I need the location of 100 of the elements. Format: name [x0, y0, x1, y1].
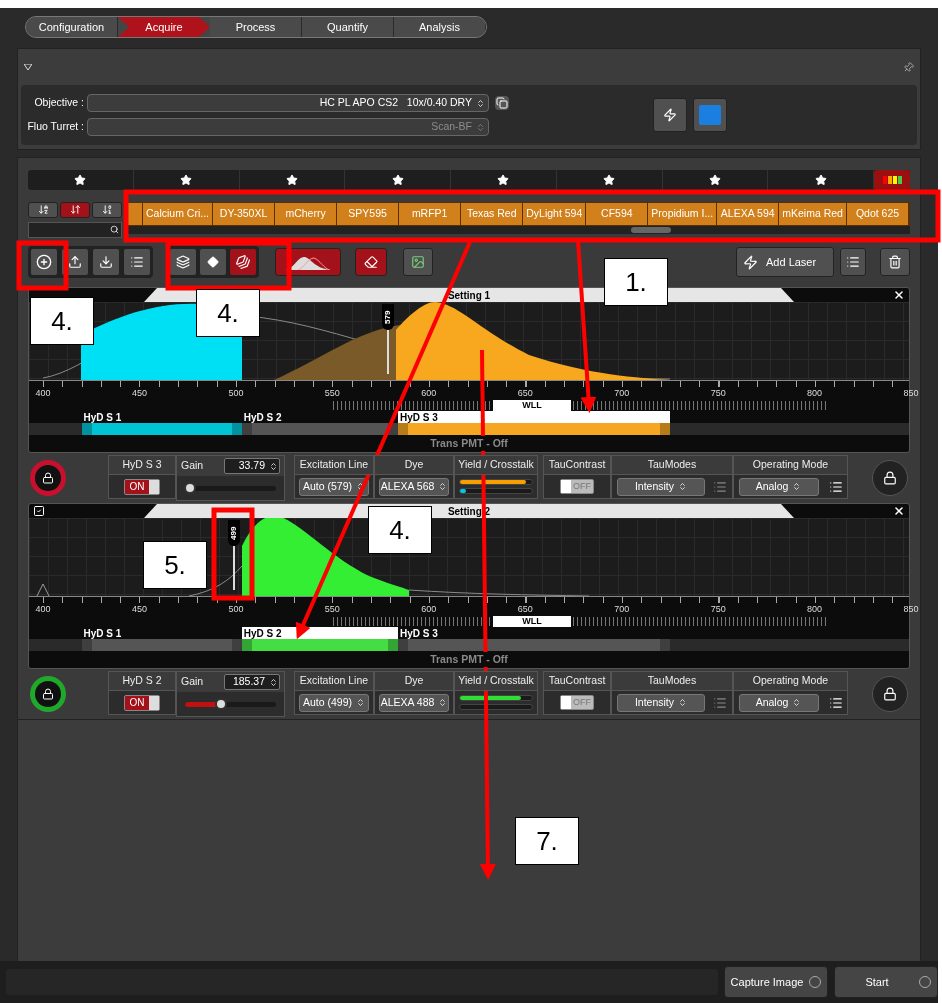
- list-button[interactable]: [123, 248, 151, 277]
- on-toggle[interactable]: ON: [124, 478, 160, 495]
- acquire-button[interactable]: Start: [834, 966, 938, 998]
- favorite-star-icon[interactable]: [603, 173, 616, 186]
- highlight-frame: [16, 240, 69, 291]
- detector-label[interactable]: HyD S 2: [241, 411, 284, 423]
- workflow-step[interactable]: Analysis: [394, 17, 486, 37]
- list-button[interactable]: [840, 248, 866, 277]
- layers-button[interactable]: [169, 248, 197, 277]
- favorite-star-icon[interactable]: [814, 173, 827, 186]
- favorite-star-icon[interactable]: [285, 173, 298, 186]
- checkbox-icon[interactable]: [33, 505, 45, 517]
- tau-mode-select[interactable]: Intensity: [617, 693, 705, 712]
- level-indicator-icon: [874, 170, 910, 190]
- sort-number-button[interactable]: [92, 201, 122, 218]
- workflow-step[interactable]: Configuration: [26, 17, 118, 37]
- axis-tick-label: 550: [323, 387, 341, 400]
- callout-label: 7.: [515, 817, 579, 865]
- spinner-icon: [476, 122, 485, 132]
- trans-pmt-status: Trans PMT - Off: [428, 435, 510, 452]
- column-header: TauModes: [611, 455, 733, 475]
- gain-field[interactable]: 33.79: [224, 458, 280, 474]
- operating-mode-select[interactable]: Analog: [738, 693, 819, 712]
- acquire-button[interactable]: Capture Image: [724, 966, 828, 998]
- gain-field[interactable]: 185.37: [224, 674, 280, 690]
- sort-icon: [69, 204, 81, 216]
- axis-tick-label: 500: [227, 387, 245, 400]
- axis-tick-label: 750: [709, 387, 727, 400]
- list-icon[interactable]: [828, 479, 843, 494]
- workflow-step[interactable]: Acquire: [118, 17, 210, 37]
- axis-tick-label: 500: [227, 603, 245, 616]
- sort-alpha-button[interactable]: [28, 201, 58, 218]
- stage-button[interactable]: [653, 98, 687, 132]
- column-header: Dye: [374, 455, 454, 475]
- unlock-button[interactable]: [872, 676, 908, 712]
- field-label: Objective :: [33, 95, 85, 111]
- axis-tick-label: 700: [613, 603, 631, 616]
- eraser-icon: [364, 255, 378, 270]
- light-path-button[interactable]: [693, 98, 727, 132]
- collapse-icon[interactable]: [24, 64, 32, 70]
- operating-mode-select[interactable]: Analog: [738, 477, 819, 496]
- workflow-step[interactable]: Quantify: [302, 17, 394, 37]
- lock-button[interactable]: [30, 676, 66, 712]
- detector-label[interactable]: HyD S 1: [81, 627, 124, 639]
- hardware-select[interactable]: HC PL APO CS2 10x/0.40 DRY: [87, 94, 489, 112]
- on-toggle[interactable]: ON: [124, 694, 160, 711]
- dye-select[interactable]: ALEXA 488: [379, 693, 449, 712]
- favorite-star-icon[interactable]: [497, 173, 510, 186]
- list-icon[interactable]: [828, 695, 843, 710]
- download-icon: [99, 255, 113, 270]
- axis-tick-label: 850: [902, 387, 920, 400]
- column-header: TauContrast: [543, 671, 611, 691]
- excitation-select[interactable]: Auto (579): [299, 477, 369, 496]
- unlock-button[interactable]: [872, 460, 908, 496]
- download-button[interactable]: [92, 248, 120, 277]
- dye-select[interactable]: ALEXA 568: [379, 477, 449, 496]
- panel-icon: [699, 105, 721, 125]
- close-icon[interactable]: [893, 505, 905, 517]
- delete-button[interactable]: [880, 248, 910, 277]
- image-icon: [411, 255, 425, 270]
- axis-tick-label: 650: [516, 387, 534, 400]
- gain-label: Gain: [181, 458, 204, 474]
- single-layer-button[interactable]: [199, 248, 227, 277]
- spectrum-view-button[interactable]: [275, 248, 341, 277]
- workflow-step[interactable]: Process: [210, 17, 302, 37]
- detector-label[interactable]: HyD S 3: [397, 411, 670, 423]
- callout-label: 4.: [368, 506, 432, 554]
- favorite-star-icon[interactable]: [180, 173, 193, 186]
- favorite-star-icon[interactable]: [391, 173, 404, 186]
- detector-label[interactable]: HyD S 3: [397, 627, 440, 639]
- column-header: Operating Mode: [733, 671, 848, 691]
- spinner-icon: [269, 677, 278, 687]
- callout-label: 4.: [30, 297, 94, 345]
- lock-button[interactable]: [30, 460, 66, 496]
- favorite-star-icon[interactable]: [708, 173, 721, 186]
- detector-label[interactable]: HyD S 1: [81, 411, 124, 423]
- field-label: Fluo Turret :: [26, 119, 85, 135]
- tau-mode-select[interactable]: Intensity: [617, 477, 705, 496]
- detector-label[interactable]: HyD S 2: [241, 627, 398, 639]
- close-icon[interactable]: [893, 289, 905, 301]
- add-button[interactable]: [30, 248, 58, 277]
- eraser-button[interactable]: [355, 248, 387, 277]
- excitation-select[interactable]: Auto (499): [299, 693, 369, 712]
- dye-search-field[interactable]: [28, 221, 122, 238]
- axis-tick-label: 400: [34, 387, 52, 400]
- copy-icon[interactable]: [495, 96, 509, 110]
- wll-label: WLL: [493, 616, 571, 627]
- sequential-button[interactable]: [229, 248, 257, 277]
- callout-label: 4.: [196, 289, 260, 337]
- add-laser-button[interactable]: Add Laser: [736, 247, 834, 278]
- image-settings-button[interactable]: [403, 248, 433, 277]
- scrollbar[interactable]: [126, 225, 910, 234]
- favorite-star-icon[interactable]: [74, 173, 87, 186]
- column-header: TauContrast: [543, 455, 611, 475]
- sort-color-button[interactable]: [60, 201, 90, 218]
- list-icon: [846, 255, 860, 270]
- column-header: TauModes: [611, 671, 733, 691]
- axis-tick-label: 450: [130, 387, 148, 400]
- column-header: Excitation Line: [294, 671, 374, 691]
- detector-band[interactable]: [241, 423, 398, 435]
